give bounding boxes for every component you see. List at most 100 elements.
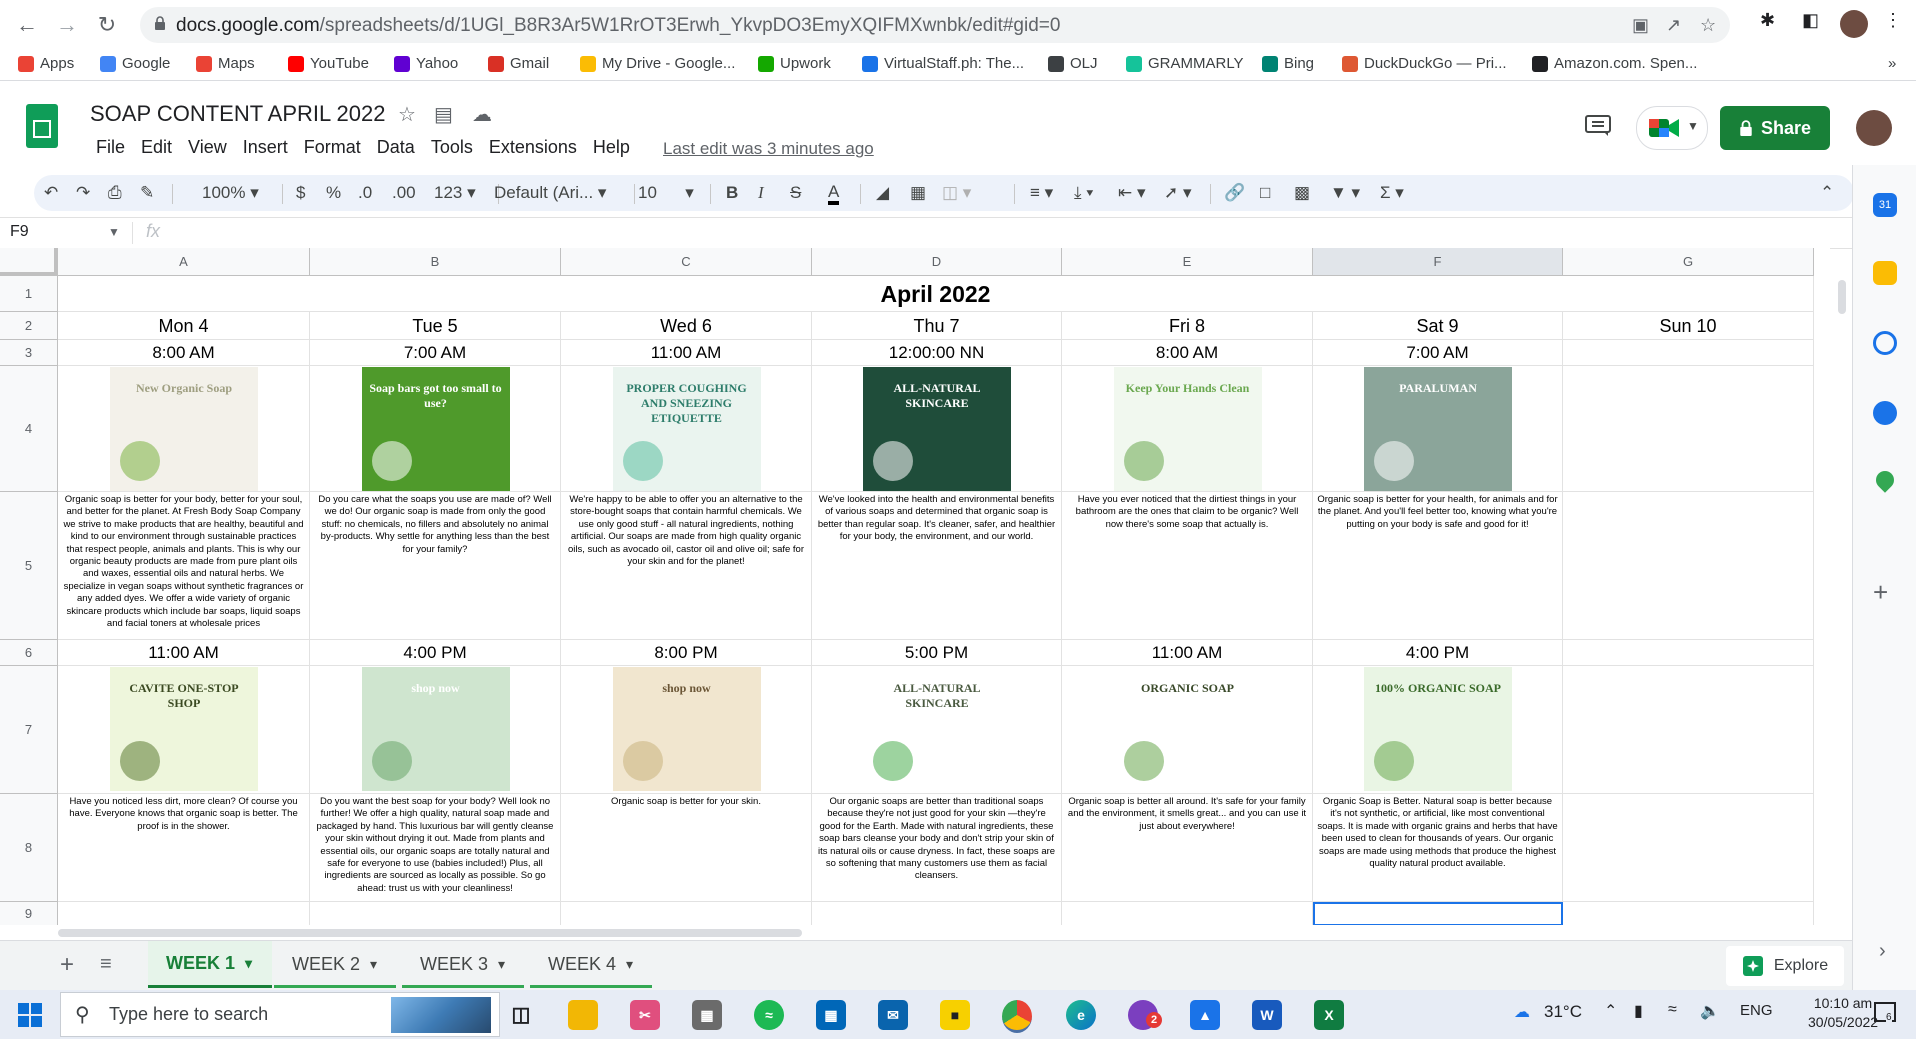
font-select[interactable]: Default (Ari... ▾ (494, 183, 606, 203)
text-color-icon[interactable]: A (828, 183, 840, 205)
camera-blocked-icon[interactable]: ▣ (1632, 15, 1649, 36)
month-title-cell[interactable]: April 2022 (58, 276, 1814, 312)
post-time-cell[interactable]: 5:00 PM (812, 640, 1062, 666)
merge-cells-icon[interactable]: ◫ ▾ (942, 183, 971, 203)
sheet-tab-dropdown-icon[interactable]: ▾ (498, 956, 505, 973)
row-header-7[interactable]: 7 (0, 666, 58, 794)
menu-format[interactable]: Format (296, 137, 369, 161)
column-header-d[interactable]: D (812, 248, 1062, 276)
day-header-cell[interactable]: Mon 4 (58, 312, 310, 340)
image-cell[interactable]: 100% ORGANIC SOAP (1313, 666, 1563, 794)
row-header-2[interactable]: 2 (0, 312, 58, 340)
formula-input[interactable] (180, 220, 1840, 246)
browser-menu-icon[interactable]: ⋮ (1884, 10, 1902, 31)
cloud-status-icon[interactable]: ☁ (472, 102, 492, 127)
bookmark-maps-pin[interactable]: Maps (196, 55, 255, 72)
notifications-icon[interactable]: 6 (1874, 1002, 1896, 1023)
column-header-c[interactable]: C (561, 248, 812, 276)
zoom-select[interactable]: 100% ▾ (202, 183, 259, 203)
snipping-tool-icon[interactable]: ✂ (630, 1000, 660, 1030)
caption-cell[interactable]: Organic soap is better for your skin. (561, 794, 812, 902)
spotify-icon[interactable]: ≈ (754, 1000, 784, 1030)
bookmark-yahoo[interactable]: Yahoo (394, 55, 458, 72)
bookmark-olj[interactable]: OLJ (1048, 55, 1098, 72)
post-time-cell[interactable] (1563, 340, 1814, 366)
select-all-corner[interactable] (0, 248, 58, 276)
menu-insert[interactable]: Insert (235, 137, 296, 161)
image-cell[interactable]: shop now (310, 666, 561, 794)
font-size-select[interactable]: 10 ▾ (638, 183, 694, 203)
selected-cell-f9[interactable] (1313, 902, 1563, 925)
cell[interactable] (58, 902, 310, 925)
post-time-cell[interactable]: 4:00 PM (1313, 640, 1563, 666)
post-time-cell[interactable]: 11:00 AM (1062, 640, 1313, 666)
sticky-notes-icon[interactable]: ■ (940, 1000, 970, 1030)
move-folder-icon[interactable]: ▤ (434, 102, 453, 127)
post-time-cell[interactable]: 7:00 AM (310, 340, 561, 366)
bookmark-upwork[interactable]: Upwork (758, 55, 831, 72)
sheet-tab-week-4[interactable]: WEEK 4 ▾ (530, 941, 656, 988)
caption-cell[interactable]: We're happy to be able to offer you an a… (561, 492, 812, 640)
column-header-e[interactable]: E (1062, 248, 1313, 276)
text-wrapping-icon[interactable]: ⇤ ▾ (1118, 183, 1146, 203)
horizontal-align-icon[interactable]: ≡ ▾ (1030, 183, 1053, 203)
forward-arrow-icon[interactable]: → (50, 9, 84, 41)
file-explorer-icon[interactable] (568, 1000, 598, 1030)
image-cell[interactable]: Soap bars got too small to use? (310, 366, 561, 492)
redo-icon[interactable]: ↷ (76, 183, 90, 203)
bookmark-gmail[interactable]: Gmail (488, 55, 549, 72)
calendar-icon[interactable]: 31 (1873, 193, 1897, 217)
keep-icon[interactable] (1873, 261, 1897, 285)
column-header-b[interactable]: B (310, 248, 561, 276)
caption-cell[interactable]: Organic Soap is Better. Natural soap is … (1313, 794, 1563, 902)
undo-icon[interactable]: ↶ (44, 183, 58, 203)
day-header-cell[interactable]: Sat 9 (1313, 312, 1563, 340)
image-cell[interactable]: New Organic Soap (58, 366, 310, 492)
language-indicator[interactable]: ENG (1740, 1002, 1773, 1019)
bookmark-grammarly[interactable]: GRAMMARLY (1126, 55, 1244, 72)
menu-tools[interactable]: Tools (423, 137, 481, 161)
sheet-tab-dropdown-icon[interactable]: ▾ (626, 956, 633, 973)
bookmark-google[interactable]: Google (100, 55, 170, 72)
day-header-cell[interactable]: Fri 8 (1062, 312, 1313, 340)
cell[interactable] (812, 902, 1062, 925)
post-time-cell[interactable]: 12:00:00 NN (812, 340, 1062, 366)
image-cell[interactable]: ALL-NATURAL SKINCARE (812, 666, 1062, 794)
name-box[interactable]: F9 (10, 223, 29, 241)
paint-format-icon[interactable]: ✎ (140, 183, 154, 203)
column-header-a[interactable]: A (58, 248, 310, 276)
caption-cell[interactable]: Do you want the best soap for your body?… (310, 794, 561, 902)
day-header-cell[interactable]: Wed 6 (561, 312, 812, 340)
image-cell[interactable]: CAVITE ONE-STOP SHOP (58, 666, 310, 794)
caption-cell[interactable]: Organic soap is better for your health, … (1313, 492, 1563, 640)
caption-cell[interactable] (1563, 794, 1814, 902)
collapse-toolbar-icon[interactable]: ⌃ (1820, 183, 1834, 203)
image-cell[interactable]: shop now (561, 666, 812, 794)
image-cell[interactable]: PROPER COUGHING AND SNEEZING ETIQUETTE (561, 366, 812, 492)
caption-cell[interactable]: Do you care what the soaps you use are m… (310, 492, 561, 640)
reload-icon[interactable]: ↻ (90, 9, 124, 41)
caption-cell[interactable]: Our organic soaps are better than tradit… (812, 794, 1062, 902)
filter-icon[interactable]: ▼ ▾ (1330, 183, 1360, 203)
star-icon[interactable]: ☆ (398, 102, 416, 127)
post-time-cell[interactable]: 8:00 AM (58, 340, 310, 366)
post-time-cell[interactable]: 8:00 PM (561, 640, 812, 666)
taskbar-clock[interactable]: 10:10 am 30/05/2022 (1808, 994, 1878, 1032)
bookmark-drive[interactable]: My Drive - Google... (580, 55, 735, 72)
strikethrough-icon[interactable]: S (790, 183, 801, 203)
post-time-cell[interactable]: 11:00 AM (58, 640, 310, 666)
comments-icon[interactable] (1584, 114, 1612, 138)
windows-start-icon[interactable] (18, 1003, 42, 1027)
messenger-icon[interactable]: 2 (1128, 1000, 1162, 1030)
row-header-6[interactable]: 6 (0, 640, 58, 666)
meet-button[interactable]: ▼ (1636, 106, 1708, 150)
sheet-tab-week-1[interactable]: WEEK 1 ▾ (148, 941, 272, 988)
contacts-icon[interactable] (1873, 401, 1897, 425)
image-cell[interactable]: PARALUMAN (1313, 366, 1563, 492)
text-rotation-icon[interactable]: ➚ ▾ (1164, 183, 1192, 203)
sheet-tab-dropdown-icon[interactable]: ▾ (245, 955, 252, 972)
cell[interactable] (310, 902, 561, 925)
task-view-icon[interactable]: ◫ (506, 1000, 536, 1030)
side-panel-icon[interactable]: ◧ (1802, 10, 1819, 31)
column-header-g[interactable]: G (1563, 248, 1814, 276)
